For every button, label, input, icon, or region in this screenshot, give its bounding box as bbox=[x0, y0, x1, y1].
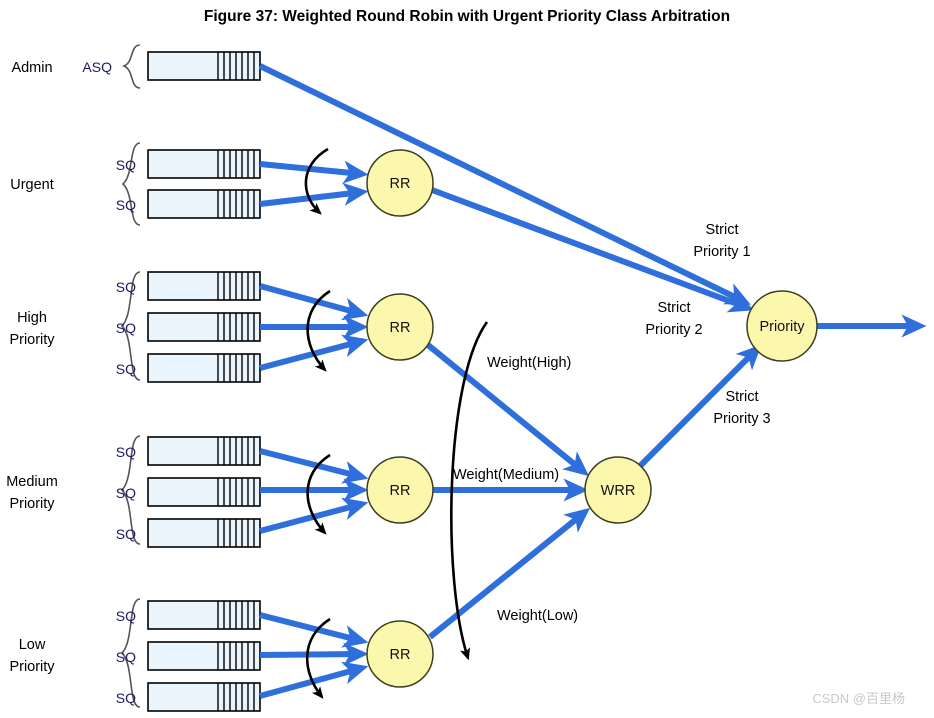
page-title: Figure 37: Weighted Round Robin with Urg… bbox=[204, 8, 730, 25]
group-label-high-priority-line-1: Priority bbox=[9, 332, 55, 348]
queue-admin-0[interactable]: ASQ bbox=[82, 51, 261, 81]
queue-stripes-admin-0 bbox=[217, 52, 255, 80]
rotation-arc-urgent-icon bbox=[304, 147, 329, 215]
edge-label-strict-priority-3-line-0: Strict bbox=[725, 389, 758, 405]
node-rr-urgent[interactable]: RR bbox=[366, 149, 434, 217]
queue-box-high-2 bbox=[147, 353, 261, 383]
queue-box-high-1 bbox=[147, 312, 261, 342]
group-label-high-priority-line-0: High bbox=[17, 310, 47, 326]
queue-stripes-high-0 bbox=[217, 272, 255, 300]
edge-label-strict-priority-2: Strict Priority 2 bbox=[645, 300, 702, 338]
node-rr-high-label: RR bbox=[390, 320, 411, 336]
edge-label-weight-low: Weight(Low) bbox=[497, 608, 578, 624]
queue-low-1[interactable]: SQ bbox=[116, 641, 261, 671]
group-label-urgent-line-0: Urgent bbox=[10, 177, 54, 193]
queue-label-low-2: SQ bbox=[116, 690, 136, 706]
queue-stripes-low-2 bbox=[217, 683, 255, 711]
edge-label-weight-medium-line-0: Weight(Medium) bbox=[453, 467, 559, 483]
group-label-low-priority-line-0: Low bbox=[19, 637, 46, 653]
queue-stripes-urgent-0 bbox=[217, 150, 255, 178]
edge-label-strict-priority-1-line-1: Priority 1 bbox=[693, 244, 750, 260]
group-label-admin: Admin bbox=[11, 60, 52, 76]
queue-box-medium-0 bbox=[147, 436, 261, 466]
group-label-low-priority-line-1: Priority bbox=[9, 659, 55, 675]
edge-label-strict-priority-2-line-1: Priority 2 bbox=[645, 322, 702, 338]
node-rr-high[interactable]: RR bbox=[366, 293, 434, 361]
queue-label-medium-0: SQ bbox=[116, 444, 136, 460]
queue-box-medium-2 bbox=[147, 518, 261, 548]
queue-label-low-1: SQ bbox=[116, 649, 136, 665]
queue-low-0[interactable]: SQ bbox=[116, 600, 261, 630]
queue-label-high-2: SQ bbox=[116, 361, 136, 377]
edge-label-strict-priority-1-line-0: Strict bbox=[705, 222, 738, 238]
flow-wrr-to-priority bbox=[637, 344, 762, 469]
edge-label-weight-high-line-0: Weight(High) bbox=[487, 355, 571, 371]
edge-label-weight-low-line-0: Weight(Low) bbox=[497, 608, 578, 624]
arbitration-diagram: Figure 37: Weighted Round Robin with Urg… bbox=[6, 8, 927, 712]
queue-label-urgent-0: SQ bbox=[116, 157, 136, 173]
queue-box-urgent-1 bbox=[147, 189, 261, 219]
queue-medium-0[interactable]: SQ bbox=[116, 436, 261, 466]
flow-asq-to-priority bbox=[258, 63, 751, 305]
group-label-admin-line-0: Admin bbox=[11, 60, 52, 76]
queue-box-admin-0 bbox=[147, 51, 261, 81]
edge-label-weight-high: Weight(High) bbox=[487, 355, 571, 371]
edge-label-strict-priority-3-line-1: Priority 3 bbox=[713, 411, 770, 427]
group-label-high-priority: High Priority bbox=[9, 310, 55, 348]
queue-high-2[interactable]: SQ bbox=[116, 353, 261, 383]
group-label-medium-priority-line-0: Medium bbox=[6, 474, 58, 490]
node-wrr-label: WRR bbox=[601, 483, 636, 499]
edge-label-strict-priority-3: Strict Priority 3 bbox=[713, 389, 770, 427]
queue-label-high-0: SQ bbox=[116, 279, 136, 295]
node-rr-medium-label: RR bbox=[390, 483, 411, 499]
flow-low-1-to-rr bbox=[259, 642, 369, 666]
node-rr-low-label: RR bbox=[390, 647, 411, 663]
queue-stripes-low-1 bbox=[217, 642, 255, 670]
queue-label-urgent-1: SQ bbox=[116, 197, 136, 213]
queue-box-low-1 bbox=[147, 641, 261, 671]
node-rr-low[interactable]: RR bbox=[366, 620, 434, 688]
figure-container: Figure 37: Weighted Round Robin with Urg… bbox=[0, 0, 934, 718]
queue-stripes-medium-0 bbox=[217, 437, 255, 465]
edge-label-strict-priority-1: Strict Priority 1 bbox=[693, 222, 750, 260]
edge-label-weight-medium: Weight(Medium) bbox=[453, 467, 559, 483]
node-rr-medium[interactable]: RR bbox=[366, 456, 434, 524]
queue-urgent-1[interactable]: SQ bbox=[116, 189, 261, 219]
queue-stripes-low-0 bbox=[217, 601, 255, 629]
queue-label-low-0: SQ bbox=[116, 608, 136, 624]
group-label-urgent: Urgent bbox=[10, 177, 54, 193]
queue-stripes-urgent-1 bbox=[217, 190, 255, 218]
queue-urgent-0[interactable]: SQ bbox=[116, 149, 261, 179]
queue-stripes-high-1 bbox=[217, 313, 255, 341]
brace-admin bbox=[121, 44, 141, 89]
queue-box-low-0 bbox=[147, 600, 261, 630]
queue-stripes-medium-2 bbox=[217, 519, 255, 547]
group-label-medium-priority-line-1: Priority bbox=[9, 496, 55, 512]
queue-box-high-0 bbox=[147, 271, 261, 301]
queue-medium-1[interactable]: SQ bbox=[116, 477, 261, 507]
group-label-medium-priority: Medium Priority bbox=[6, 474, 58, 512]
queue-label-high-1: SQ bbox=[116, 320, 136, 336]
flow-low-2-to-rr bbox=[259, 661, 369, 699]
node-rr-urgent-label: RR bbox=[390, 176, 411, 192]
queue-box-low-2 bbox=[147, 682, 261, 712]
node-priority[interactable]: Priority bbox=[746, 290, 818, 362]
queue-box-medium-1 bbox=[147, 477, 261, 507]
queue-stripes-high-2 bbox=[217, 354, 255, 382]
edge-label-strict-priority-2-line-0: Strict bbox=[657, 300, 690, 316]
queue-label-admin-0: ASQ bbox=[82, 59, 112, 75]
node-priority-label: Priority bbox=[759, 319, 805, 335]
queue-high-1[interactable]: SQ bbox=[116, 312, 261, 342]
group-label-low-priority: Low Priority bbox=[9, 637, 55, 675]
queue-box-urgent-0 bbox=[147, 149, 261, 179]
queue-stripes-medium-1 bbox=[217, 478, 255, 506]
watermark: CSDN @百里杨 bbox=[812, 691, 905, 706]
node-wrr[interactable]: WRR bbox=[584, 456, 652, 524]
queue-high-0[interactable]: SQ bbox=[116, 271, 261, 301]
queue-label-medium-2: SQ bbox=[116, 526, 136, 542]
queue-label-medium-1: SQ bbox=[116, 485, 136, 501]
